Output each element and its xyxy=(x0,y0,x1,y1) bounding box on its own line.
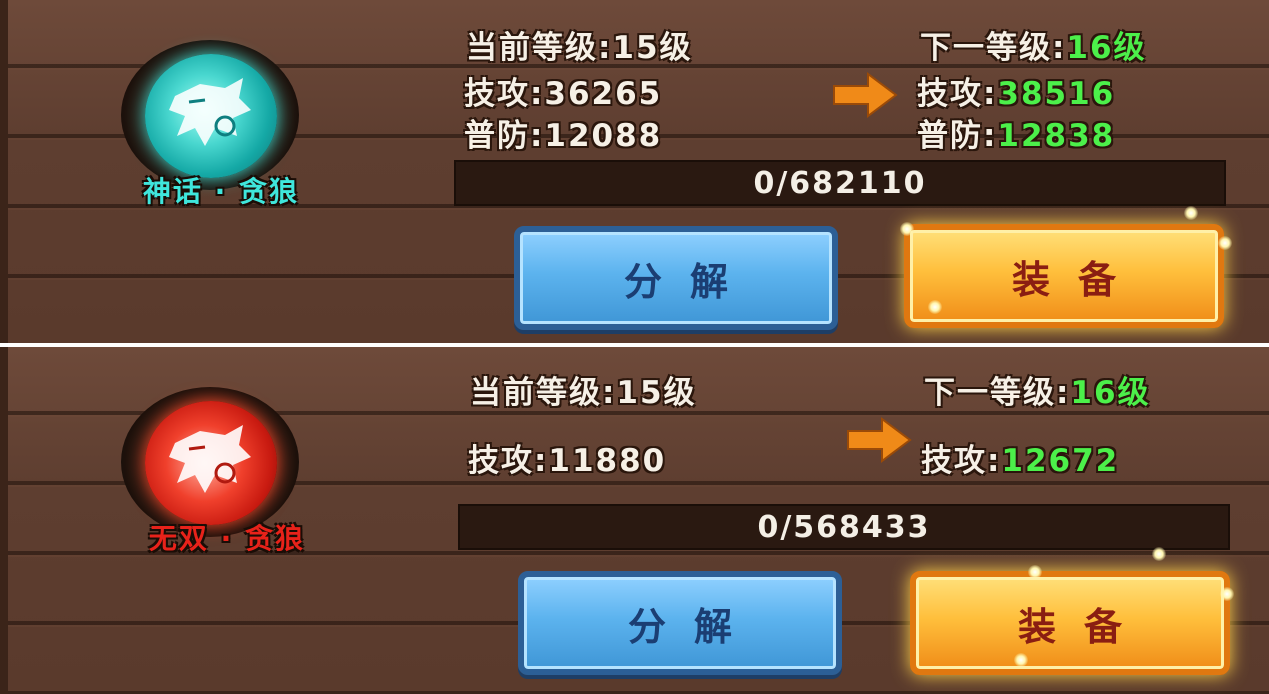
next-stat-defense: 普防:12838 xyxy=(917,110,1115,155)
stat-label: 技攻: xyxy=(464,76,545,112)
arrow-right-icon xyxy=(847,417,912,463)
progress-text: 0/568433 xyxy=(757,509,931,545)
current-level: 当前等级:15级 xyxy=(470,375,697,411)
next-level: 下一等级:16级 xyxy=(924,367,1151,412)
equip-label: 装备 xyxy=(1011,256,1144,302)
stat-value: 12672 xyxy=(1001,443,1120,479)
sparkle-effect xyxy=(1152,547,1166,561)
wolf-head-icon xyxy=(169,78,251,146)
sparkle-effect xyxy=(1220,587,1234,601)
sparkle-effect xyxy=(928,300,942,314)
sparkle-effect xyxy=(1014,653,1028,667)
equipment-card-2: 无双 · 贪狼 当前等级:15级 技攻:11880 下一等级:16级 技攻:12… xyxy=(0,347,1269,694)
next-level-value: 16级 xyxy=(1066,30,1147,66)
progress-text: 0/682110 xyxy=(753,165,927,201)
experience-progress-bar: 0/568433 xyxy=(458,504,1230,550)
next-level: 下一等级:16级 xyxy=(920,22,1147,67)
next-level-value: 16级 xyxy=(1070,375,1151,411)
decompose-label: 分解 xyxy=(623,258,756,304)
item-name: 无双 · 贪狼 xyxy=(148,522,306,555)
sparkle-effect xyxy=(900,222,914,236)
decompose-button[interactable]: 分解 xyxy=(514,226,838,330)
next-level-label: 下一等级: xyxy=(920,30,1067,66)
next-level-label: 下一等级: xyxy=(924,375,1071,411)
arrow-right-icon xyxy=(833,72,898,118)
stat-label: 普防: xyxy=(464,118,545,154)
emblem-teal[interactable] xyxy=(121,40,299,190)
stat-label: 普防: xyxy=(917,118,998,154)
current-level: 当前等级:15级 xyxy=(466,30,693,66)
wolf-head-icon xyxy=(169,425,251,493)
stat-label: 技攻: xyxy=(917,76,998,112)
decompose-label: 分解 xyxy=(627,603,760,649)
sparkle-effect xyxy=(1028,565,1042,579)
equipment-card-1: 神话 · 贪狼 当前等级:15级 技攻:36265 普防:12088 下一等级:… xyxy=(0,0,1269,343)
stat-label: 技攻: xyxy=(921,443,1002,479)
current-stat-skill-attack: 技攻:11880 xyxy=(468,435,666,480)
decompose-button[interactable]: 分解 xyxy=(518,571,842,675)
equip-button[interactable]: 装备 xyxy=(910,571,1230,675)
stat-label: 技攻: xyxy=(468,443,549,479)
equip-button[interactable]: 装备 xyxy=(904,224,1224,328)
next-stat-skill-attack: 技攻:38516 xyxy=(917,68,1115,113)
stat-value: 12088 xyxy=(544,118,663,154)
current-stat-skill-attack: 技攻:36265 xyxy=(464,68,662,113)
sparkle-effect xyxy=(1218,236,1232,250)
stat-value: 38516 xyxy=(997,76,1116,112)
stat-value: 11880 xyxy=(548,443,667,479)
stat-value: 12838 xyxy=(997,118,1116,154)
current-stat-defense: 普防:12088 xyxy=(464,110,662,155)
emblem-red[interactable] xyxy=(121,387,299,537)
equip-label: 装备 xyxy=(1017,603,1150,649)
experience-progress-bar: 0/682110 xyxy=(454,160,1226,206)
item-name: 神话 · 贪狼 xyxy=(142,175,300,208)
stat-value: 36265 xyxy=(544,76,663,112)
next-stat-skill-attack: 技攻:12672 xyxy=(921,435,1119,480)
sparkle-effect xyxy=(1184,206,1198,220)
